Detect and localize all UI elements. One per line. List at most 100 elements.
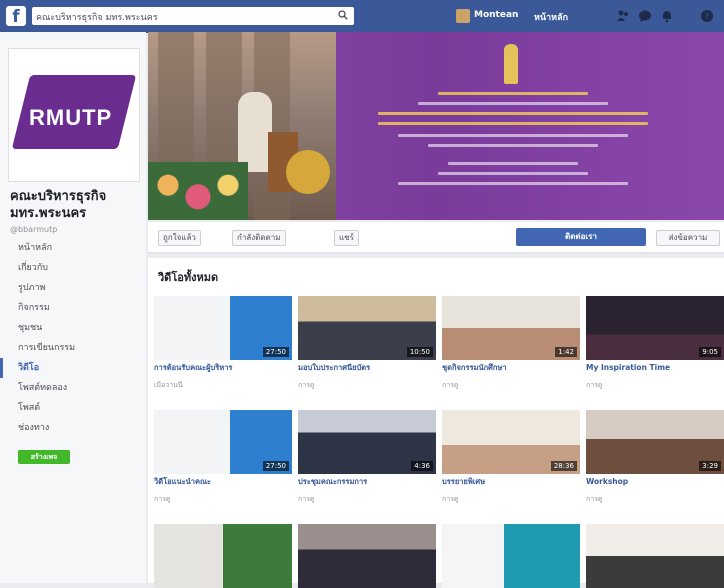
page-title[interactable]: คณะบริหารธุรกิจ มทร.พระนคร [10,188,142,222]
sidebar-item-videos[interactable]: วิดีโอ [0,358,146,378]
video-meta: การดู [298,381,315,389]
speaker-figure [238,92,272,172]
messages-icon[interactable] [638,9,652,23]
notifications-icon[interactable] [660,9,674,23]
sidebar-item-events[interactable]: กิจกรรม [0,298,146,318]
friend-requests-icon[interactable] [616,9,630,23]
cover-text-line [398,182,628,185]
video-title[interactable]: วิดีโอแนะนำคณะ [154,477,292,495]
follow-button[interactable]: กำลังติดตาม [232,230,286,246]
video-thumbnail[interactable]: 9:05 [586,296,724,360]
search-input[interactable]: คณะบริหารธุรกิจ มทร.พระนคร [32,7,354,25]
video-meta: การดู [154,495,171,503]
sidebar-item-photos[interactable]: รูปภาพ [0,278,146,298]
crest-icon [504,44,518,84]
video-title[interactable]: My Inspiration Time [586,363,724,381]
video-thumbnail[interactable]: 3:29 [586,410,724,474]
video-meta: การดู [586,381,603,389]
home-link[interactable]: หน้าหลัก [534,10,568,24]
video-thumbnail[interactable] [298,524,436,588]
video-card[interactable] [586,524,724,588]
cover-photo[interactable] [148,32,724,220]
create-page-button[interactable]: สร้างเพจ [18,450,70,464]
video-card[interactable]: 3:29 Workshop การดู [586,410,724,504]
video-meta: การดู [298,495,315,503]
cover-text-line [428,144,598,147]
video-thumbnail[interactable]: 27:50 [154,296,292,360]
cover-text-line [438,172,588,175]
sidebar-item-home[interactable]: หน้าหลัก [0,238,146,258]
flower-arrangement [148,162,248,220]
video-thumbnail[interactable]: 4:36 [298,410,436,474]
video-duration: 27:50 [262,461,289,471]
video-card[interactable] [442,524,580,588]
rmutp-logo-text: RMUTP [29,105,113,130]
sidebar-item-about[interactable]: เกี่ยวกับ [0,258,146,278]
cover-text-line [438,92,588,95]
like-button[interactable]: ถูกใจแล้ว [158,230,201,246]
sidebar-item-community[interactable]: ชุมชน [0,318,146,338]
video-card[interactable] [298,524,436,588]
contact-button[interactable]: ติดต่อเรา [516,228,646,246]
video-card[interactable]: 4:36 ประชุมคณะกรรมการ การดู [298,410,436,504]
video-card[interactable] [154,524,292,588]
video-card[interactable]: 10:50 มอบใบประกาศนียบัตร การดู [298,296,436,390]
video-thumbnail[interactable]: 1:42 [442,296,580,360]
video-thumbnail[interactable] [442,524,580,588]
video-card[interactable]: 9:05 My Inspiration Time การดู [586,296,724,390]
videos-section: วิดีโอทั้งหมด 27:50 การต้อนรับคณะผู้บริหา… [148,258,724,588]
video-card[interactable]: 27:50 การต้อนรับคณะผู้บริหาร เมื่อวานนี้ [154,296,292,390]
cover-event-photo [148,32,336,220]
cover-text-line [378,112,648,115]
page-nav: หน้าหลัก เกี่ยวกับ รูปภาพ กิจกรรม ชุมชน … [0,238,146,438]
sidebar-item-notes[interactable]: การเขียนกรรม [0,338,146,358]
video-duration: 28:36 [550,461,577,471]
royal-emblem [286,150,330,194]
svg-text:?: ? [705,12,709,21]
page-action-bar: ถูกใจแล้ว กำลังติดตาม แชร์ ติดต่อเรา ส่ง… [148,222,724,253]
video-duration: 4:36 [411,461,433,471]
video-title[interactable]: การต้อนรับคณะผู้บริหาร [154,363,292,381]
page-profile-picture[interactable]: RMUTP [8,48,140,182]
video-title[interactable]: มอบใบประกาศนียบัตร [298,363,436,381]
facebook-logo-icon[interactable]: f [6,6,26,27]
cover-text-line [378,122,648,125]
video-meta: เมื่อวานนี้ [154,381,183,389]
video-thumbnail[interactable]: 10:50 [298,296,436,360]
sidebar-item-test-posts[interactable]: โพสต์ทดลอง [0,378,146,398]
search-icon[interactable] [338,10,348,20]
video-thumbnail[interactable] [586,524,724,588]
video-card[interactable]: 27:50 วิดีโอแนะนำคณะ การดู [154,410,292,504]
sidebar-item-channels[interactable]: ช่องทาง [0,418,146,438]
video-thumbnail[interactable]: 28:36 [442,410,580,474]
cover-text-line [398,134,628,137]
video-duration: 27:50 [262,347,289,357]
top-bar: f คณะบริหารธุรกิจ มทร.พระนคร Montean หน้… [0,0,724,33]
cover-text-line [418,102,608,105]
search-value: คณะบริหารธุรกิจ มทร.พระนคร [36,13,158,23]
profile-name-link[interactable]: Montean [474,10,518,20]
video-meta: การดู [586,495,603,503]
cover-text-line [448,162,578,165]
video-meta: การดู [442,381,459,389]
video-title[interactable]: ประชุมคณะกรรมการ [298,477,436,495]
left-column: RMUTP คณะบริหารธุรกิจ มทร.พระนคร @bbarmu… [0,32,146,583]
video-thumbnail[interactable]: 27:50 [154,410,292,474]
video-card[interactable]: 28:36 บรรยายพิเศษ การดู [442,410,580,504]
video-meta: การดู [442,495,459,503]
video-duration: 9:05 [699,347,721,357]
share-button[interactable]: แชร์ [334,230,359,246]
video-title[interactable]: บรรยายพิเศษ [442,477,580,495]
video-title[interactable]: Workshop [586,477,724,495]
section-title: วิดีโอทั้งหมด [158,271,219,284]
avatar[interactable] [456,9,470,23]
sidebar-item-posts[interactable]: โพสต์ [0,398,146,418]
video-title[interactable]: ชุดกิจกรรมนักศึกษา [442,363,580,381]
help-icon[interactable]: ? [700,9,714,23]
video-thumbnail[interactable] [154,524,292,588]
page-handle[interactable]: @bbarmutp [10,225,57,234]
send-message-button[interactable]: ส่งข้อความ [656,230,720,246]
video-duration: 3:29 [699,461,721,471]
video-duration: 10:50 [406,347,433,357]
video-card[interactable]: 1:42 ชุดกิจกรรมนักศึกษา การดู [442,296,580,390]
